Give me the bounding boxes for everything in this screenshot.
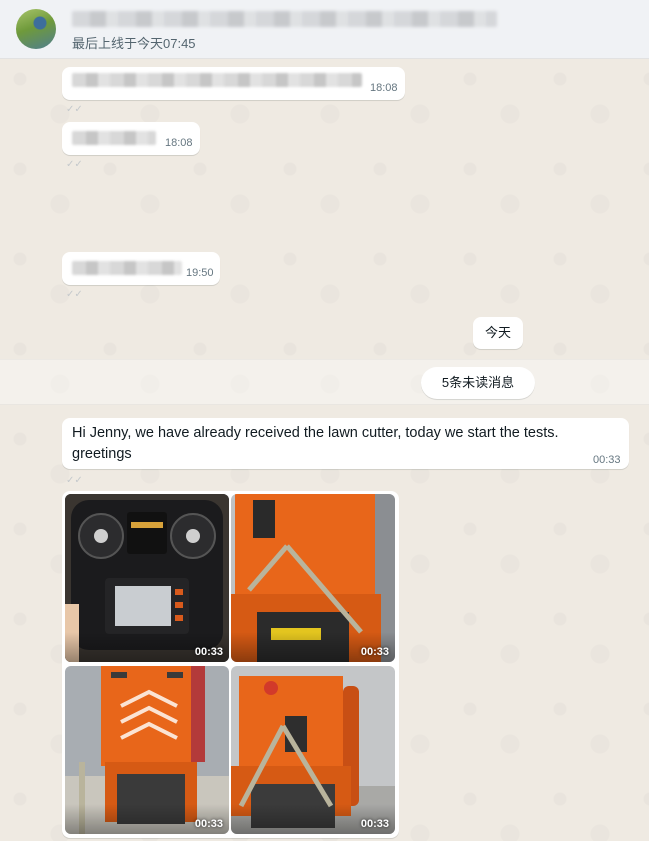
contact-name-redacted[interactable] xyxy=(72,11,497,27)
video-thumbnail[interactable]: 00:33 xyxy=(231,666,395,834)
message-bubble-2[interactable]: 18:08 xyxy=(62,122,200,155)
redacted-text xyxy=(72,131,156,145)
last-seen-status: 最后上线于今天07:45 xyxy=(72,36,196,51)
message-bubble-3[interactable]: 19:50 xyxy=(62,252,220,285)
sent-check-icon: ✓✓ xyxy=(66,104,83,115)
unread-count-label: 5条未读消息 xyxy=(421,367,535,399)
redacted-text xyxy=(72,73,362,87)
message-time: 19:50 xyxy=(186,267,214,279)
message-time: 00:33 xyxy=(593,454,621,466)
media-album[interactable]: 00:33 00:33 00:33 00:33 xyxy=(62,491,399,838)
sent-check-icon: ✓✓ xyxy=(66,289,83,300)
video-duration: 00:33 xyxy=(194,646,223,658)
sent-check-icon: ✓✓ xyxy=(66,475,83,486)
message-text: Hi Jenny, we have already received the l… xyxy=(72,425,559,441)
avatar[interactable] xyxy=(16,9,56,49)
message-time: 18:08 xyxy=(370,82,398,94)
video-duration: 00:33 xyxy=(360,818,389,830)
message-time: 18:08 xyxy=(165,137,193,149)
redacted-text xyxy=(72,261,182,275)
unread-banner xyxy=(0,359,649,405)
video-duration: 00:33 xyxy=(360,646,389,658)
chat-header[interactable]: 最后上线于今天07:45 xyxy=(0,0,649,59)
video-thumbnail[interactable]: 00:33 xyxy=(65,666,229,834)
sent-check-icon: ✓✓ xyxy=(66,159,83,170)
message-bubble-4[interactable]: Hi Jenny, we have already received the l… xyxy=(62,418,629,469)
video-duration: 00:33 xyxy=(194,818,223,830)
date-separator: 今天 xyxy=(473,317,523,349)
video-thumbnail[interactable]: 00:33 xyxy=(65,494,229,662)
message-text: greetings xyxy=(72,446,132,462)
message-bubble-1[interactable]: 18:08 xyxy=(62,67,405,100)
video-thumbnail[interactable]: 00:33 xyxy=(231,494,395,662)
